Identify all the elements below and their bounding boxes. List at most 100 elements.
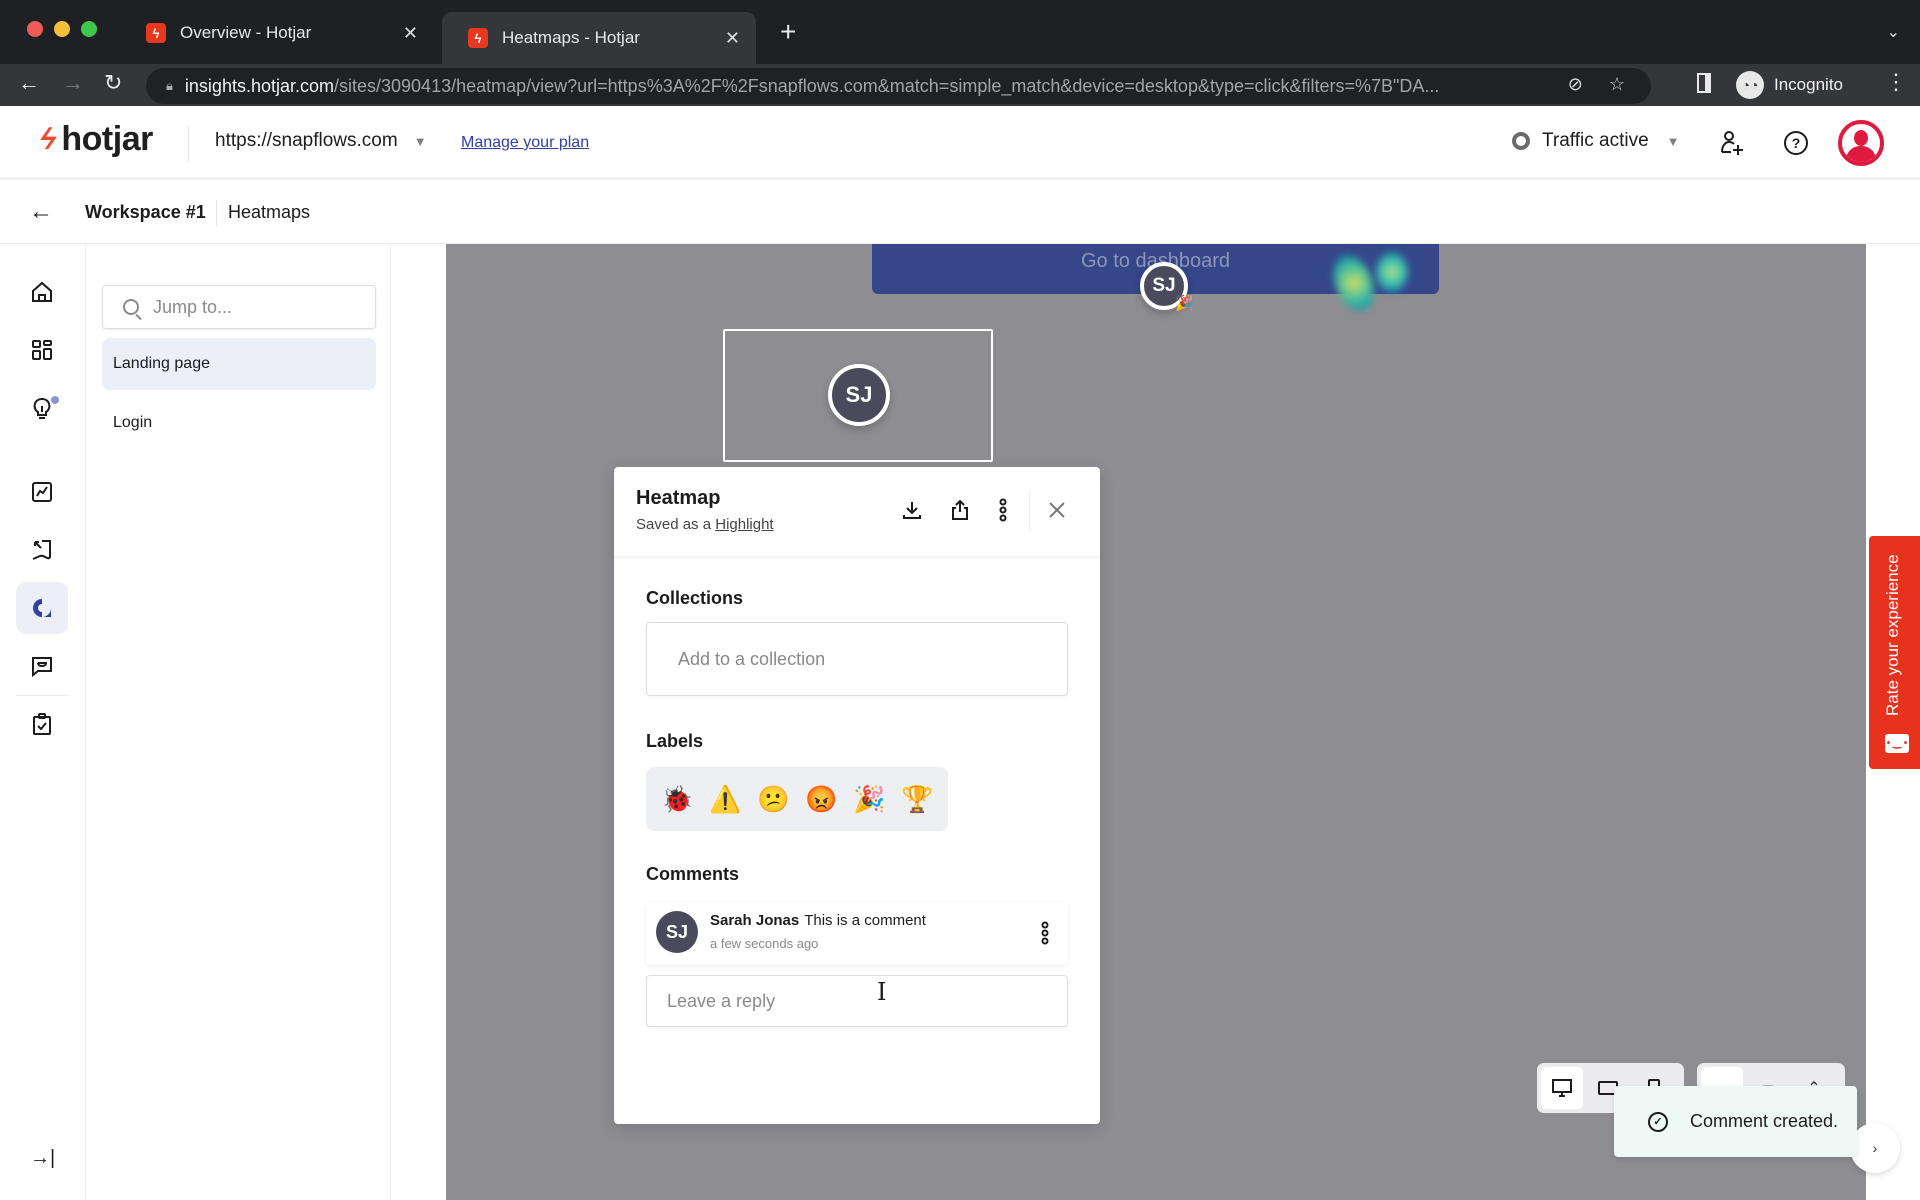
browser-forward-button[interactable]: →	[62, 70, 84, 96]
site-selector[interactable]: https://snapflows.com ▼	[215, 130, 427, 152]
home-icon	[32, 281, 52, 302]
caret-down-icon: ▼	[413, 133, 427, 149]
site-selector-value: https://snapflows.com	[215, 130, 398, 151]
manage-plan-link[interactable]: Manage your plan	[461, 134, 589, 152]
feedback-label: Rate your experience	[1883, 554, 1902, 716]
pin-initials: SJ	[1152, 275, 1176, 296]
header-divider	[1029, 491, 1030, 531]
survey-clipboard-icon	[33, 713, 51, 735]
incognito-indicator[interactable]: ◔◔ Incognito	[1736, 67, 1843, 103]
traffic-status-dropdown[interactable]: Traffic active ▼	[1512, 130, 1680, 152]
window-close-button[interactable]	[27, 21, 43, 37]
hotjar-logo[interactable]: ϟ hotjar	[35, 120, 154, 159]
label-party-icon[interactable]: 🎉	[853, 784, 885, 814]
canvas-gutter	[391, 244, 446, 1200]
header-divider	[188, 126, 189, 162]
address-bar[interactable]: 🔒︎ insights.hotjar.com /sites/3090413/he…	[146, 68, 1651, 104]
jump-to-input[interactable]	[153, 296, 353, 318]
url-path: /sites/3090413/heatmap/view?url=https%3A…	[334, 75, 1440, 96]
label-warning-icon[interactable]: ⚠️	[709, 784, 741, 814]
rail-item-dashboards[interactable]	[16, 324, 68, 376]
heatmap-item-label: Landing page	[113, 355, 210, 372]
tab-search-chevron-icon[interactable]: ⌄	[1887, 22, 1900, 42]
breadcrumb: ← Workspace #1 Heatmaps	[0, 180, 1920, 244]
eye-off-icon[interactable]: ⊘	[1568, 74, 1583, 95]
breadcrumb-heatmaps[interactable]: Heatmaps	[228, 202, 310, 223]
highlight-title: Heatmap	[636, 487, 721, 509]
help-button[interactable]: ?	[1781, 128, 1811, 158]
comment-body: Sarah Jonas This is a comment	[710, 912, 926, 929]
search-icon	[123, 299, 139, 315]
tab-close-icon[interactable]: ✕	[403, 23, 418, 44]
rail-item-feedback[interactable]	[16, 640, 68, 692]
heatmap-list-item[interactable]: Landing page	[102, 338, 376, 390]
back-arrow-button[interactable]: ←	[29, 198, 53, 226]
user-avatar[interactable]	[1838, 120, 1884, 166]
breadcrumb-workspace[interactable]: Workspace #1	[85, 202, 206, 223]
incognito-label: Incognito	[1774, 75, 1843, 94]
tab-close-icon[interactable]: ✕	[725, 28, 740, 49]
rail-item-home[interactable]	[16, 266, 68, 318]
heatmap-list-item[interactable]: Login	[102, 397, 376, 449]
labels-heading: Labels	[646, 731, 704, 751]
share-button[interactable]	[947, 497, 973, 523]
rail-item-trends[interactable]	[16, 466, 68, 518]
label-bug-icon[interactable]: 🐞	[661, 784, 693, 814]
window-maximize-button[interactable]	[81, 21, 97, 37]
more-vertical-icon	[999, 498, 1007, 522]
browser-reload-button[interactable]: ↻	[104, 70, 122, 96]
feedback-chat-icon	[32, 657, 52, 678]
feedback-smile-icon: • ‿ •	[1885, 734, 1909, 753]
comment-avatar: SJ	[656, 911, 698, 953]
tab-title: Overview - Hotjar	[180, 23, 312, 42]
download-icon	[903, 502, 921, 519]
chevron-icon: ›	[1872, 1140, 1878, 1156]
highlight-link[interactable]: Highlight	[715, 516, 773, 533]
comment-pin[interactable]: SJ 🎉	[1140, 262, 1194, 312]
label-angry-icon[interactable]: 😡	[805, 784, 837, 814]
saved-as-text: Saved as a	[636, 516, 712, 533]
lock-icon: 🔒︎	[166, 78, 173, 93]
status-ring-icon	[1512, 132, 1530, 150]
label-trophy-icon[interactable]: 🏆	[901, 784, 933, 814]
rail-item-highlights[interactable]	[16, 382, 68, 434]
tab-title: Heatmaps - Hotjar	[502, 28, 640, 47]
highlight-subtitle: Saved as a Highlight	[636, 516, 774, 533]
more-vertical-icon	[1041, 921, 1049, 945]
comment-text: This is a comment	[804, 912, 926, 929]
device-desktop-button[interactable]	[1541, 1067, 1583, 1109]
rail-item-surveys[interactable]	[16, 698, 68, 750]
expand-sidebar-icon[interactable]: →|	[30, 1147, 55, 1170]
side-panel-icon[interactable]	[1697, 73, 1711, 93]
app-header: ϟ hotjar https://snapflows.com ▼ Manage …	[0, 106, 1920, 180]
browser-tab-heatmaps[interactable]: ϟ Heatmaps - Hotjar ✕	[442, 12, 756, 64]
download-button[interactable]	[899, 497, 925, 523]
reply-input[interactable]	[646, 975, 1068, 1027]
hotjar-favicon-icon: ϟ	[146, 23, 166, 43]
url-host: insights.hotjar.com	[184, 75, 334, 96]
browser-tab-overview[interactable]: ϟ Overview - Hotjar ✕	[120, 12, 434, 54]
rate-experience-tab[interactable]: Rate your experience • ‿ •	[1869, 536, 1920, 769]
add-to-collection-field[interactable]: Add to a collection	[646, 622, 1068, 696]
window-minimize-button[interactable]	[54, 21, 70, 37]
invite-user-button[interactable]	[1717, 128, 1747, 158]
add-user-icon	[1721, 131, 1743, 155]
label-confused-icon[interactable]: 😕	[757, 784, 789, 814]
comment-pin-selected[interactable]: SJ	[828, 364, 890, 426]
close-panel-button[interactable]	[1044, 497, 1070, 523]
text-cursor-icon: I	[877, 978, 887, 1006]
browser-back-button[interactable]: ←	[18, 70, 40, 96]
comments-heading: Comments	[646, 864, 740, 884]
comment-more-button[interactable]	[1040, 921, 1050, 945]
pin-initials: SJ	[845, 382, 873, 407]
rail-item-heatmaps[interactable]	[16, 582, 68, 634]
avatar-head-shape	[1854, 130, 1868, 146]
new-tab-button[interactable]: +	[780, 18, 796, 46]
scroll-fab-button[interactable]: ›	[1850, 1123, 1900, 1173]
browser-menu-icon[interactable]: ⋮	[1885, 69, 1907, 95]
jump-to-search[interactable]	[102, 285, 376, 329]
incognito-icon: ◔◔	[1736, 71, 1764, 99]
more-options-button[interactable]	[990, 497, 1016, 523]
bookmark-star-icon[interactable]: ☆	[1609, 74, 1625, 95]
rail-item-recordings[interactable]	[16, 524, 68, 576]
